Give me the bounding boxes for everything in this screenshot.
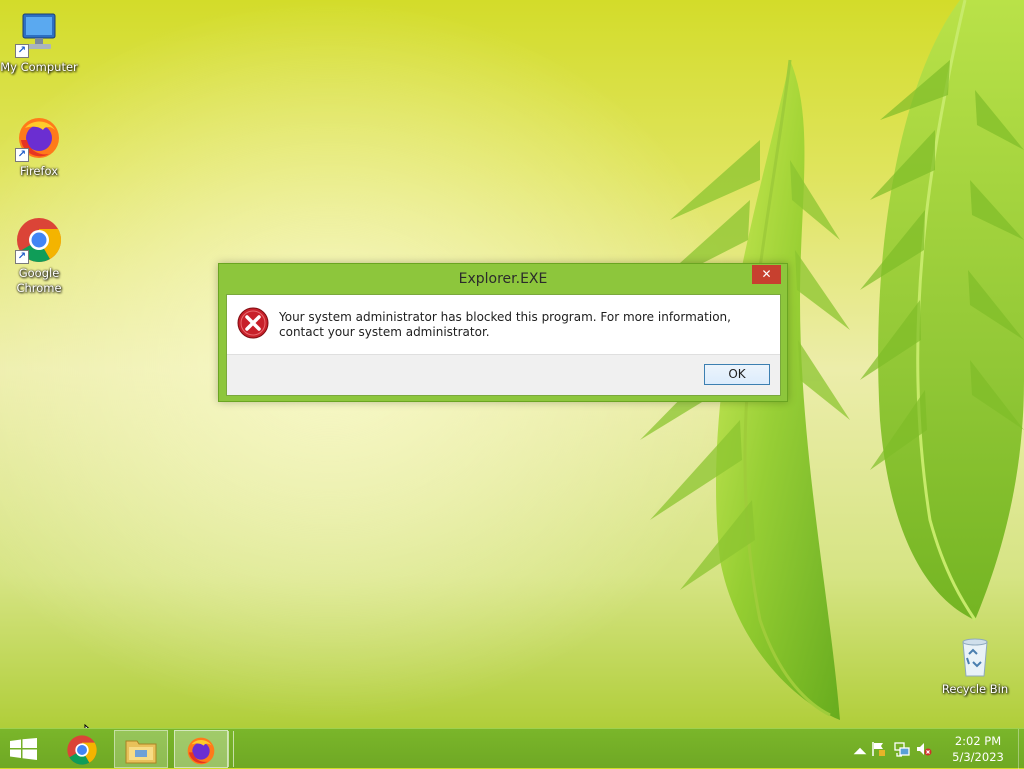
error-icon — [237, 307, 269, 339]
dialog-message: Your system administrator has blocked th… — [279, 310, 731, 339]
ok-button[interactable]: OK — [704, 364, 770, 385]
clock-date: 5/3/2023 — [952, 750, 1004, 764]
system-tray: 2:02 PM 5/3/2023 — [844, 729, 1024, 769]
computer-icon: ↗ — [15, 10, 63, 58]
desktop-icon-label: My Computer — [0, 60, 78, 74]
chevron-up-icon[interactable] — [852, 743, 868, 759]
volume-muted-icon[interactable] — [916, 741, 932, 757]
dialog-body: Your system administrator has blocked th… — [226, 294, 781, 396]
desktop-icon-label: Google Chrome — [16, 266, 62, 295]
error-dialog: Explorer.EXE ✕ Your system administrator… — [218, 263, 788, 402]
start-button[interactable] — [0, 730, 48, 768]
show-desktop-button[interactable] — [1018, 729, 1024, 769]
action-center-flag-icon[interactable] — [870, 741, 886, 757]
desktop-icon-my-computer[interactable]: ↗ My Computer — [0, 10, 78, 75]
dialog-title: Explorer.EXE — [458, 271, 548, 287]
clock[interactable]: 2:02 PM 5/3/2023 — [948, 733, 1008, 765]
windows-logo-icon — [10, 738, 37, 760]
taskbar-firefox-button[interactable] — [174, 730, 228, 768]
taskbar: 2:02 PM 5/3/2023 — [0, 728, 1024, 769]
chrome-icon: ↗ — [15, 216, 63, 264]
desktop-icon-recycle-bin[interactable]: Recycle Bin — [936, 632, 1014, 697]
taskbar-group-edge — [228, 731, 234, 767]
chrome-icon — [67, 735, 97, 765]
desktop-icon-google-chrome[interactable]: ↗ Google Chrome — [0, 216, 78, 296]
firefox-icon: ↗ — [15, 114, 63, 162]
clock-time: 2:02 PM — [954, 734, 1002, 748]
shortcut-arrow-icon: ↗ — [15, 148, 29, 162]
network-icon[interactable] — [894, 741, 910, 757]
dialog-footer: OK — [227, 354, 780, 395]
desktop-icon-label: Recycle Bin — [941, 682, 1009, 696]
file-explorer-icon — [125, 740, 157, 764]
shortcut-arrow-icon: ↗ — [15, 250, 29, 264]
recycle-bin-icon — [951, 632, 999, 680]
close-button[interactable]: ✕ — [752, 265, 781, 284]
desktop-icon-label: Firefox — [19, 164, 59, 178]
shortcut-arrow-icon: ↗ — [15, 44, 29, 58]
desktop-icon-firefox[interactable]: ↗ Firefox — [0, 114, 78, 179]
leaf-frond-right — [860, 0, 1024, 621]
firefox-icon — [187, 737, 215, 765]
taskbar-file-explorer-button[interactable] — [114, 730, 168, 768]
taskbar-chrome-button[interactable] — [58, 730, 106, 768]
